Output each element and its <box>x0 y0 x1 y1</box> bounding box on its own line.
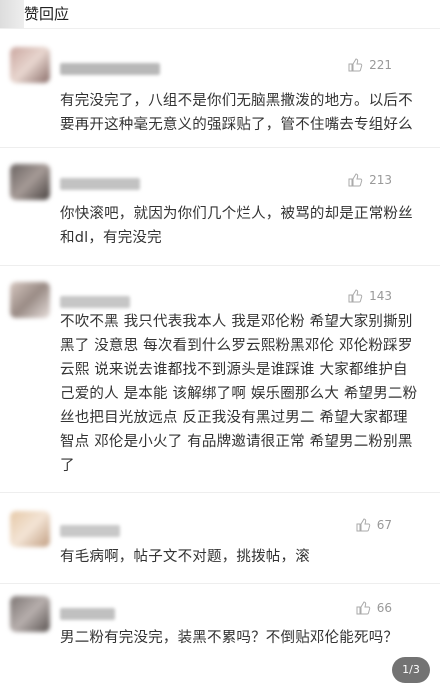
thumbs-up-icon <box>356 601 370 615</box>
avatar[interactable] <box>10 282 50 318</box>
header: 赞回应 <box>0 0 440 29</box>
avatar[interactable] <box>10 164 50 200</box>
nickname[interactable] <box>60 525 120 537</box>
like-count: 66 <box>376 601 392 615</box>
thumbs-up-icon <box>348 289 363 303</box>
comment-item: 221 有完没完了，八组不是你们无脑黑撒泼的地方。以后不要再开这种毫无意义的强踩… <box>0 29 440 148</box>
like-button[interactable]: 66 <box>355 600 392 616</box>
avatar[interactable] <box>10 511 50 547</box>
comment-text: 你快滚吧，就因为你们几个烂人，被骂的却是正常粉丝和dl，有完没完 <box>60 206 413 246</box>
header-title: 赞回应 <box>24 5 70 23</box>
like-count: 221 <box>369 58 392 72</box>
nickname[interactable] <box>60 608 115 620</box>
like-button[interactable]: 143 <box>347 288 392 304</box>
nickname[interactable] <box>60 63 160 75</box>
thumbs-up-icon <box>348 173 363 187</box>
nickname[interactable] <box>60 296 130 308</box>
nickname[interactable] <box>60 178 140 190</box>
like-count: 67 <box>376 518 392 532</box>
like-count: 143 <box>369 289 392 303</box>
like-button[interactable]: 221 <box>347 57 392 73</box>
comment-text: 男二粉有完没完，装黑不累吗？不倒贴邓伦能死吗？ <box>60 630 399 646</box>
comment-text: 不吹不黑 我只代表我本人 我是邓伦粉 希望大家别撕别黑了 没意思 每次看到什么罗… <box>60 314 418 474</box>
comment-item: 66 男二粉有完没完，装黑不累吗？不倒贴邓伦能死吗？ <box>0 584 440 698</box>
comment-text: 有毛病啊，帖子文不对题，挑拨帖，滚 <box>60 549 310 565</box>
like-button[interactable]: 67 <box>355 517 392 533</box>
page-indicator: 1/3 <box>392 657 430 683</box>
comment-item: 143 不吹不黑 我只代表我本人 我是邓伦粉 希望大家别撕别黑了 没意思 每次看… <box>0 266 440 493</box>
like-button[interactable]: 213 <box>347 172 392 188</box>
thumbs-up-icon <box>356 518 370 532</box>
avatar[interactable] <box>10 47 50 83</box>
avatar[interactable] <box>10 596 50 632</box>
comment-item: 67 有毛病啊，帖子文不对题，挑拨帖，滚 <box>0 493 440 584</box>
comment-item: 213 你快滚吧，就因为你们几个烂人，被骂的却是正常粉丝和dl，有完没完 <box>0 148 440 266</box>
header-left-edge <box>0 0 24 28</box>
thumbs-up-icon <box>348 58 363 72</box>
like-count: 213 <box>369 173 392 187</box>
comment-text: 有完没完了，八组不是你们无脑黑撒泼的地方。以后不要再开这种毫无意义的强踩贴了，管… <box>60 93 413 133</box>
